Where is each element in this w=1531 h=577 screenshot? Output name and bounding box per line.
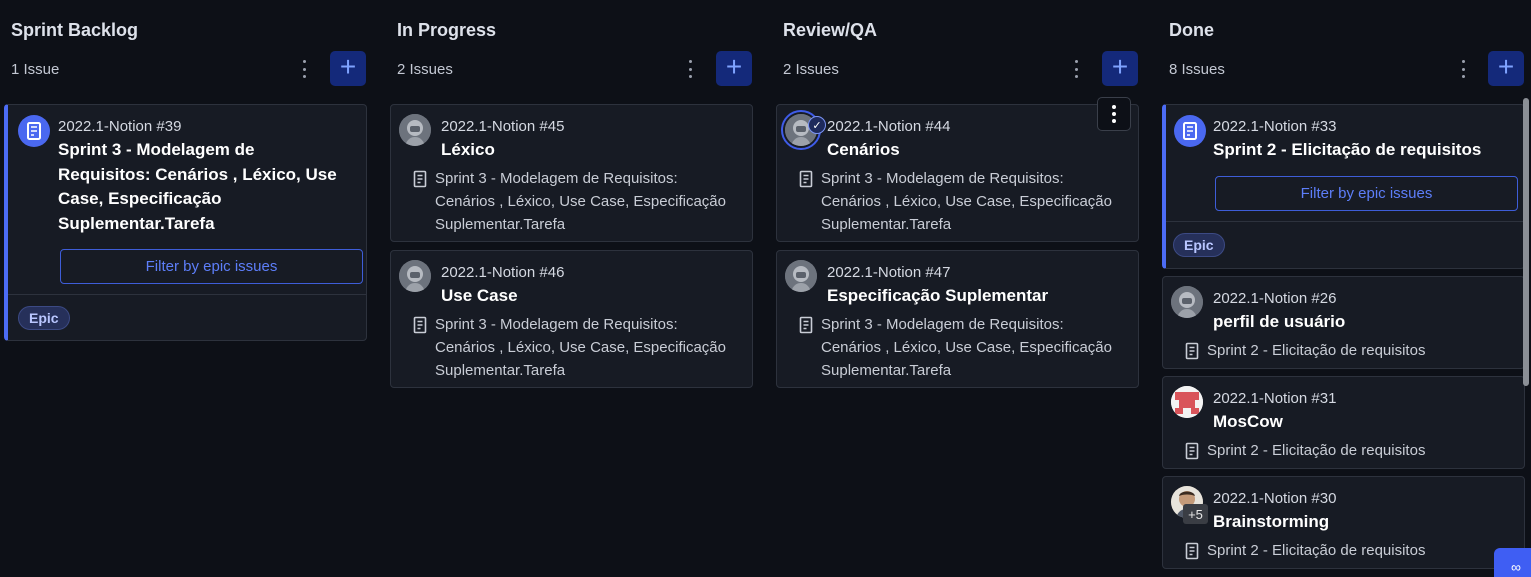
plus-icon: + bbox=[725, 51, 743, 82]
issue-title[interactable]: Sprint 3 - Modelagem de Requisitos: Cená… bbox=[58, 138, 348, 236]
help-button[interactable]: ∞ bbox=[1494, 548, 1531, 577]
issue-title[interactable]: Especificação Suplementar bbox=[827, 284, 1048, 309]
epic-name: Sprint 3 - Modelagem de Requisitos: Cená… bbox=[821, 170, 1112, 233]
issue-title[interactable]: Use Case bbox=[441, 284, 518, 309]
column-issue-count: 1 Issue bbox=[11, 61, 60, 78]
issue-title[interactable]: MosCow bbox=[1213, 410, 1283, 435]
issue-reference: 2022.1-Notion #33 bbox=[1213, 118, 1337, 135]
epic-icon bbox=[1174, 115, 1206, 147]
column-issue-count: 2 Issues bbox=[783, 61, 839, 78]
issue-reference: 2022.1-Notion #26 bbox=[1213, 290, 1337, 307]
issue-card[interactable]: 2022.1-Notion #26 perfil de usuário Spri… bbox=[1162, 276, 1525, 369]
epic-link[interactable]: Sprint 3 - Modelagem de Requisitos: Cená… bbox=[799, 313, 1121, 382]
epic-link[interactable]: Sprint 2 - Elicitação de requisitos bbox=[1185, 539, 1425, 562]
link-icon: ∞ bbox=[1511, 559, 1521, 575]
column-title: Done bbox=[1169, 20, 1214, 40]
more-assignees-badge[interactable]: +5 bbox=[1183, 504, 1208, 524]
assignee-avatar[interactable] bbox=[399, 260, 431, 292]
issue-card[interactable]: 2022.1-Notion #31 MosCow Sprint 2 - Elic… bbox=[1162, 376, 1525, 469]
assignee-avatar[interactable] bbox=[1171, 286, 1203, 318]
scrollbar[interactable] bbox=[1523, 98, 1529, 386]
issue-reference: 2022.1-Notion #44 bbox=[827, 118, 951, 135]
plus-icon: + bbox=[1111, 51, 1129, 82]
add-issue-button[interactable]: + bbox=[330, 51, 366, 86]
card-divider bbox=[1166, 221, 1524, 222]
epic-icon bbox=[18, 115, 50, 147]
epic-name: Sprint 3 - Modelagem de Requisitos: Cená… bbox=[821, 316, 1112, 379]
plus-icon: + bbox=[1497, 51, 1515, 82]
issue-card[interactable]: 2022.1-Notion #30 Brainstorming Sprint 2… bbox=[1162, 476, 1525, 569]
issue-reference: 2022.1-Notion #47 bbox=[827, 264, 951, 281]
card-divider bbox=[8, 294, 366, 295]
epic-link[interactable]: Sprint 3 - Modelagem de Requisitos: Cená… bbox=[413, 167, 735, 236]
plus-icon: + bbox=[339, 51, 357, 82]
column-menu-icon[interactable] bbox=[683, 58, 697, 80]
filter-by-epic-button[interactable]: Filter by epic issues bbox=[1215, 176, 1518, 211]
epic-icon bbox=[413, 170, 427, 188]
epic-name: Sprint 2 - Elicitação de requisitos bbox=[1207, 342, 1426, 359]
column-menu-icon[interactable] bbox=[297, 58, 311, 80]
epic-icon bbox=[799, 316, 813, 334]
epic-icon bbox=[1185, 442, 1199, 460]
epic-link[interactable]: Sprint 2 - Elicitação de requisitos bbox=[1185, 439, 1425, 462]
filter-by-epic-button[interactable]: Filter by epic issues bbox=[60, 249, 363, 284]
card-menu-button[interactable] bbox=[1097, 97, 1131, 131]
add-issue-button[interactable]: + bbox=[1102, 51, 1138, 86]
issue-title[interactable]: perfil de usuário bbox=[1213, 310, 1345, 335]
column-issue-count: 8 Issues bbox=[1169, 61, 1225, 78]
issue-reference: 2022.1-Notion #45 bbox=[441, 118, 565, 135]
column-issue-count: 2 Issues bbox=[397, 61, 453, 78]
column-title: In Progress bbox=[397, 20, 497, 40]
epic-icon bbox=[1185, 542, 1199, 560]
column-title: Review/QA bbox=[783, 20, 878, 40]
issue-title[interactable]: Cenários bbox=[827, 138, 900, 163]
project-board: Sprint Backlog 1 Issue + 2022.1-Notion #… bbox=[0, 0, 1531, 577]
epic-link[interactable]: Sprint 3 - Modelagem de Requisitos: Cená… bbox=[413, 313, 735, 382]
epic-name: Sprint 2 - Elicitação de requisitos bbox=[1207, 442, 1426, 459]
column-menu-icon[interactable] bbox=[1069, 58, 1083, 80]
issue-reference: 2022.1-Notion #39 bbox=[58, 118, 182, 135]
epic-card[interactable]: 2022.1-Notion #33 Sprint 2 - Elicitação … bbox=[1162, 104, 1525, 269]
epic-icon bbox=[413, 316, 427, 334]
epic-badge[interactable]: Epic bbox=[18, 306, 70, 330]
epic-link[interactable]: Sprint 3 - Modelagem de Requisitos: Cená… bbox=[799, 167, 1121, 236]
issue-reference: 2022.1-Notion #46 bbox=[441, 264, 565, 281]
column-menu-icon[interactable] bbox=[1456, 58, 1470, 80]
issue-card[interactable]: 2022.1-Notion #46 Use Case Sprint 3 - Mo… bbox=[390, 250, 753, 388]
issue-reference: 2022.1-Notion #31 bbox=[1213, 390, 1337, 407]
add-issue-button[interactable]: + bbox=[716, 51, 752, 86]
issue-title[interactable]: Sprint 2 - Elicitação de requisitos bbox=[1213, 138, 1481, 163]
issue-reference: 2022.1-Notion #30 bbox=[1213, 490, 1337, 507]
issue-card[interactable]: 2022.1-Notion #44 Cenários Sprint 3 - Mo… bbox=[776, 104, 1139, 242]
issue-title[interactable]: Brainstorming bbox=[1213, 510, 1329, 535]
issue-card[interactable]: 2022.1-Notion #45 Léxico Sprint 3 - Mode… bbox=[390, 104, 753, 242]
epic-name: Sprint 3 - Modelagem de Requisitos: Cená… bbox=[435, 170, 726, 233]
epic-icon bbox=[1185, 342, 1199, 360]
epic-name: Sprint 3 - Modelagem de Requisitos: Cená… bbox=[435, 316, 726, 379]
epic-name: Sprint 2 - Elicitação de requisitos bbox=[1207, 542, 1426, 559]
assignee-avatar[interactable] bbox=[399, 114, 431, 146]
epic-link[interactable]: Sprint 2 - Elicitação de requisitos bbox=[1185, 339, 1425, 362]
issue-title[interactable]: Léxico bbox=[441, 138, 495, 163]
epic-card[interactable]: 2022.1-Notion #39 Sprint 3 - Modelagem d… bbox=[4, 104, 367, 341]
epic-icon bbox=[799, 170, 813, 188]
column-title: Sprint Backlog bbox=[11, 20, 139, 40]
epic-badge[interactable]: Epic bbox=[1173, 233, 1225, 257]
issue-card[interactable]: 2022.1-Notion #47 Especificação Suplemen… bbox=[776, 250, 1139, 388]
add-issue-button[interactable]: + bbox=[1488, 51, 1524, 86]
check-icon: ✓ bbox=[808, 116, 826, 134]
assignee-avatar[interactable] bbox=[1171, 386, 1203, 418]
assignee-avatar[interactable] bbox=[785, 260, 817, 292]
